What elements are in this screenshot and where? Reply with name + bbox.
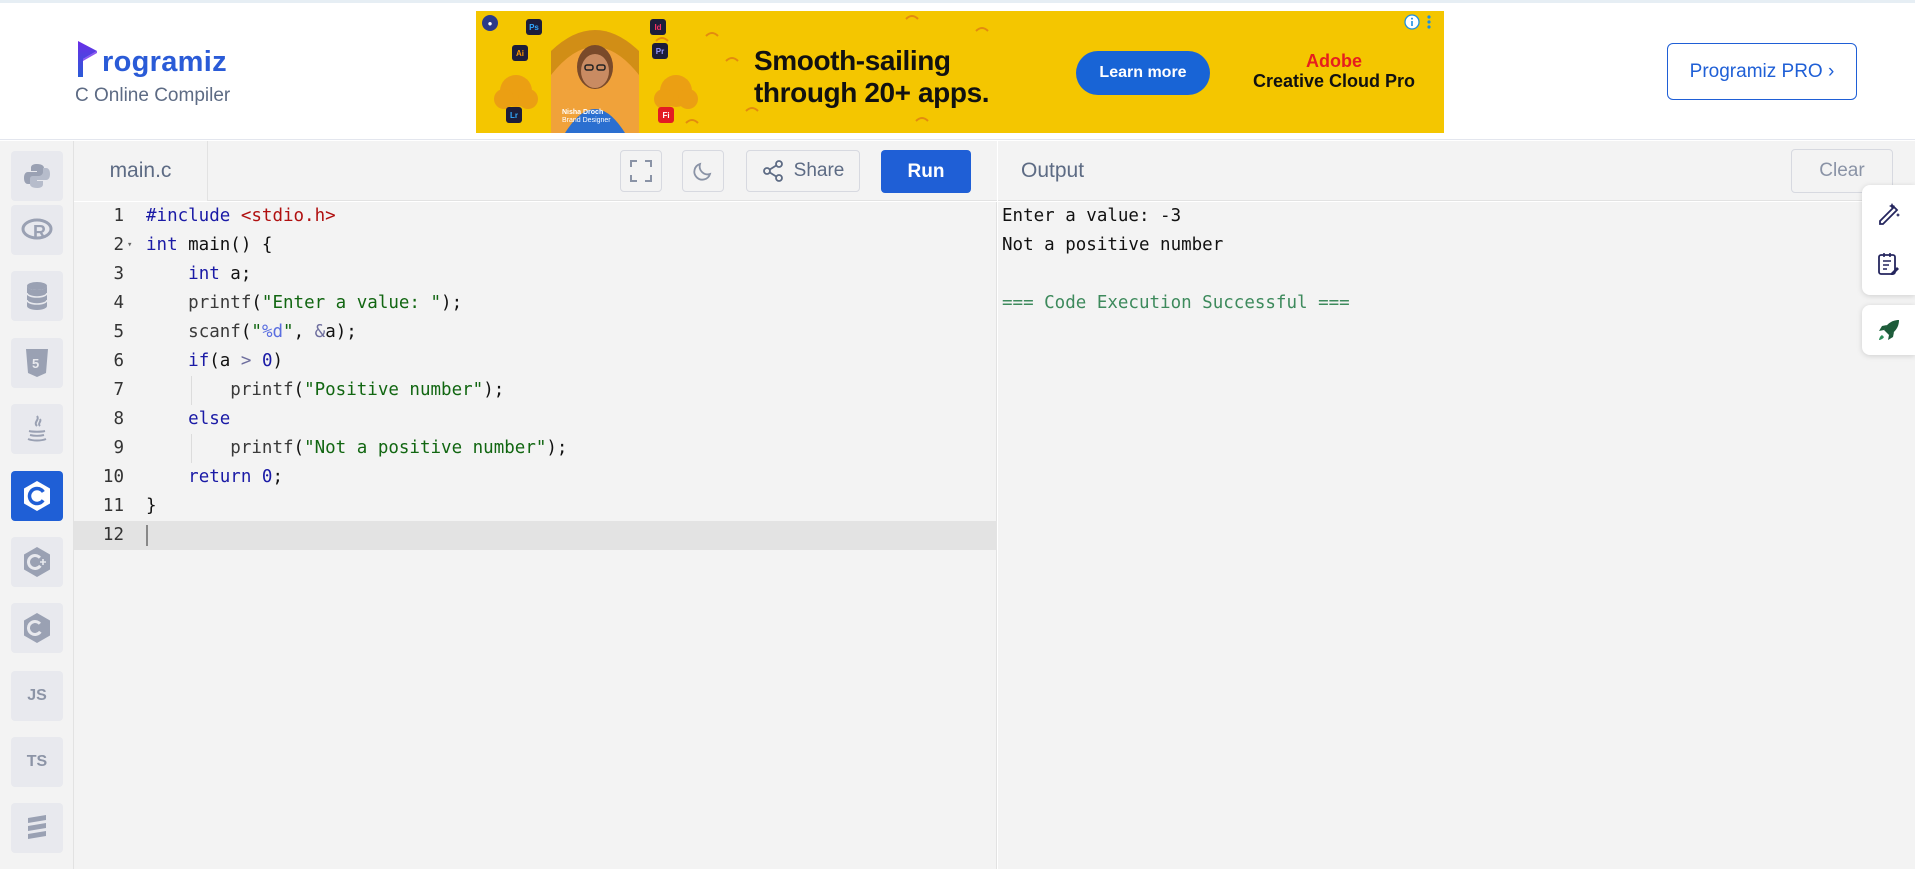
share-button[interactable]: Share [746, 150, 860, 192]
rocket-icon [1878, 320, 1899, 340]
html5-icon[interactable]: 5 [11, 338, 63, 388]
text-caret [146, 525, 148, 546]
ad-person-caption: Nisha Droch Brand Designer [562, 109, 611, 124]
code-line: 4 printf("Enter a value: "); [113, 293, 463, 313]
fullscreen-button[interactable] [620, 150, 662, 192]
header: rogramiz C Online Compiler Ps Id Ai Pr L… [0, 3, 1915, 140]
editor-toolbar: main.c Share Run [74, 141, 997, 201]
floating-tools-panel [1862, 185, 1915, 295]
ad-banner[interactable]: Ps Id Ai Pr Lr Fi ● Nisha Droch Brand De… [476, 11, 1444, 133]
cpp-language-icon[interactable] [11, 537, 63, 587]
code-editor[interactable]: 1 #include <stdio.h> 2 ▾ int main() { 3 int… [74, 202, 997, 869]
photoshop-app-icon: Ps [526, 19, 542, 35]
code-line: 11} [102, 496, 157, 516]
code-line-current: 12 [74, 521, 997, 550]
file-tab-main-c[interactable]: main.c [74, 141, 208, 201]
ad-info-controls[interactable] [1404, 14, 1434, 30]
svg-text:5: 5 [32, 356, 39, 371]
code-line: 1 #include <stdio.h> [113, 206, 336, 226]
run-button[interactable]: Run [881, 150, 971, 193]
code-line: 3 int a; [113, 264, 252, 284]
ad-headline: Smooth-sailing through 20+ apps. [754, 45, 990, 108]
ad-info-icon[interactable] [1404, 14, 1420, 30]
code-line: 6 if(a > 0) [113, 351, 284, 371]
sql-database-icon[interactable] [11, 271, 63, 321]
page-subtitle: C Online Compiler [75, 85, 231, 106]
javascript-icon[interactable]: JS [11, 671, 63, 721]
ad-shield-icon: ● [482, 15, 498, 31]
code-line: 5 scanf("%d", &a); [113, 322, 357, 342]
output-toolbar: Output Clear [998, 141, 1915, 201]
dark-mode-button[interactable] [682, 150, 724, 192]
language-sidebar: R 5 JS TS [0, 141, 74, 869]
code-line: 10 return 0; [102, 467, 284, 487]
execution-status-line: === Code Execution Successful === [1002, 293, 1350, 313]
firefly-app-icon: Fi [658, 107, 674, 123]
premiere-app-icon: Pr [652, 43, 668, 59]
c-language-icon[interactable] [11, 471, 63, 521]
programiz-logo[interactable]: rogramiz [75, 33, 227, 79]
output-title: Output [1021, 159, 1085, 182]
indent-guide [191, 434, 192, 463]
code-line: 7 printf("Positive number"); [113, 380, 505, 400]
code-line: 8 else [113, 409, 231, 429]
ad-brand: Adobe Creative Cloud Pro [1252, 51, 1416, 91]
programiz-pro-button[interactable]: Programiz PRO › [1667, 43, 1857, 100]
ad-learn-more-button[interactable]: Learn more [1076, 51, 1210, 95]
lightroom-app-icon: Lr [506, 107, 522, 123]
python-icon[interactable] [11, 151, 63, 201]
ad-menu-icon[interactable] [1424, 14, 1434, 30]
svg-text:R: R [33, 222, 46, 242]
java-icon[interactable] [11, 404, 63, 454]
r-language-icon[interactable]: R [11, 205, 63, 255]
output-panel: Enter a value: -3 Not a positive number … [998, 202, 1915, 869]
code-line: 2 ▾ int main() { [74, 231, 997, 260]
share-icon [762, 160, 783, 182]
checklist-edit-icon[interactable] [1876, 251, 1902, 277]
csharp-language-icon[interactable] [11, 603, 63, 653]
swift-stack-icon[interactable] [11, 803, 63, 853]
output-line: Not a positive number [1002, 235, 1224, 255]
output-line: Enter a value: -3 [1002, 206, 1182, 226]
code-line: 9 printf("Not a positive number"); [113, 438, 568, 458]
indesign-app-icon: Id [650, 19, 666, 35]
illustrator-app-icon: Ai [512, 45, 528, 61]
fold-arrow-icon[interactable]: ▾ [127, 231, 132, 260]
logo-text: rogramiz [102, 46, 227, 78]
floating-rocket-button[interactable] [1862, 305, 1915, 355]
ai-edit-icon[interactable] [1876, 199, 1902, 225]
indent-guide [191, 376, 192, 405]
programiz-logo-icon [78, 41, 97, 77]
moon-icon [693, 162, 712, 181]
typescript-icon[interactable]: TS [11, 737, 63, 787]
fullscreen-icon [630, 160, 652, 182]
